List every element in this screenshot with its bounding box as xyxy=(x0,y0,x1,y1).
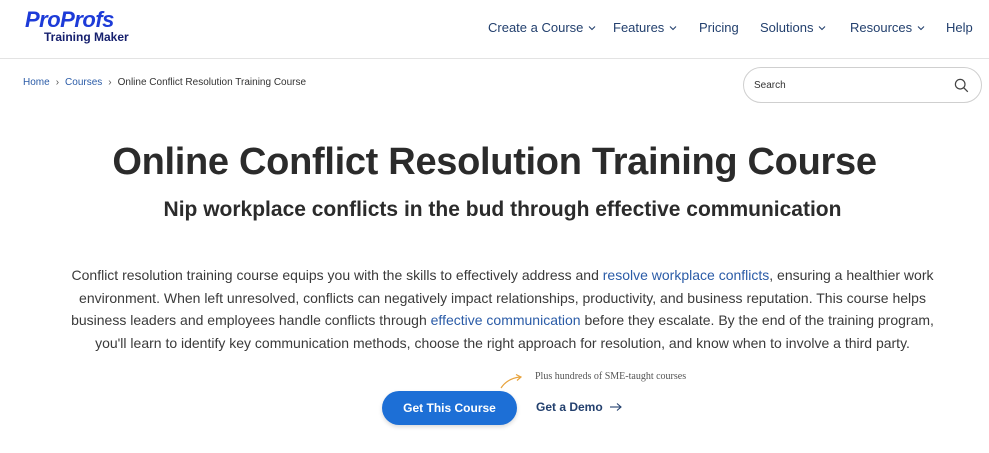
nav-create-a-course[interactable]: Create a Course xyxy=(488,20,596,35)
nav-label: Help xyxy=(946,20,973,35)
top-navbar: ProProfs Training Maker Create a Course … xyxy=(0,0,989,59)
nav-label: Resources xyxy=(850,20,913,35)
chevron-down-icon xyxy=(917,25,925,30)
breadcrumb-current: Online Conflict Resolution Training Cour… xyxy=(117,77,307,88)
page-title: Online Conflict Resolution Training Cour… xyxy=(112,141,877,183)
search-box xyxy=(743,67,982,103)
search-icon[interactable] xyxy=(954,78,969,93)
nav-label: Features xyxy=(613,20,665,35)
nav-solutions[interactable]: Solutions xyxy=(760,20,826,35)
nav-resources[interactable]: Resources xyxy=(850,20,925,35)
curved-arrow-icon xyxy=(500,373,523,389)
breadcrumb-courses-link[interactable]: Courses xyxy=(65,77,102,88)
search-input[interactable] xyxy=(754,77,944,93)
nav-label: Pricing xyxy=(699,20,739,35)
cta-note: Plus hundreds of SME-taught courses xyxy=(535,371,687,382)
description-text: Conflict resolution training course equi… xyxy=(71,267,603,283)
resolve-workplace-conflicts-link[interactable]: resolve workplace conflicts xyxy=(603,267,770,283)
course-description: Conflict resolution training course equi… xyxy=(70,264,935,354)
breadcrumb-separator: › xyxy=(55,77,60,88)
get-a-demo-link[interactable]: Get a Demo xyxy=(536,400,622,414)
logo-product-name: Training Maker xyxy=(44,30,129,44)
chevron-down-icon xyxy=(819,25,826,30)
nav-label: Solutions xyxy=(760,20,814,35)
get-a-demo-label: Get a Demo xyxy=(536,400,603,414)
logo-wordmark: ProProfs xyxy=(25,7,114,32)
breadcrumb-home-link[interactable]: Home xyxy=(23,77,50,88)
page-subtitle: Nip workplace conflicts in the bud throu… xyxy=(163,198,842,221)
breadcrumb: Home › Courses › Online Conflict Resolut… xyxy=(23,77,306,88)
chevron-down-icon xyxy=(669,25,677,30)
proprofs-logo[interactable]: ProProfs Training Maker xyxy=(25,9,135,45)
chevron-down-icon xyxy=(589,25,596,30)
nav-help[interactable]: Help xyxy=(946,20,973,35)
breadcrumb-separator: › xyxy=(108,77,112,88)
arrow-right-icon xyxy=(609,403,622,411)
get-this-course-button[interactable]: Get This Course xyxy=(382,391,517,425)
nav-pricing[interactable]: Pricing xyxy=(699,20,739,35)
nav-features[interactable]: Features xyxy=(613,20,677,35)
effective-communication-link[interactable]: effective communication xyxy=(431,312,581,328)
nav-label: Create a Course xyxy=(488,20,584,35)
